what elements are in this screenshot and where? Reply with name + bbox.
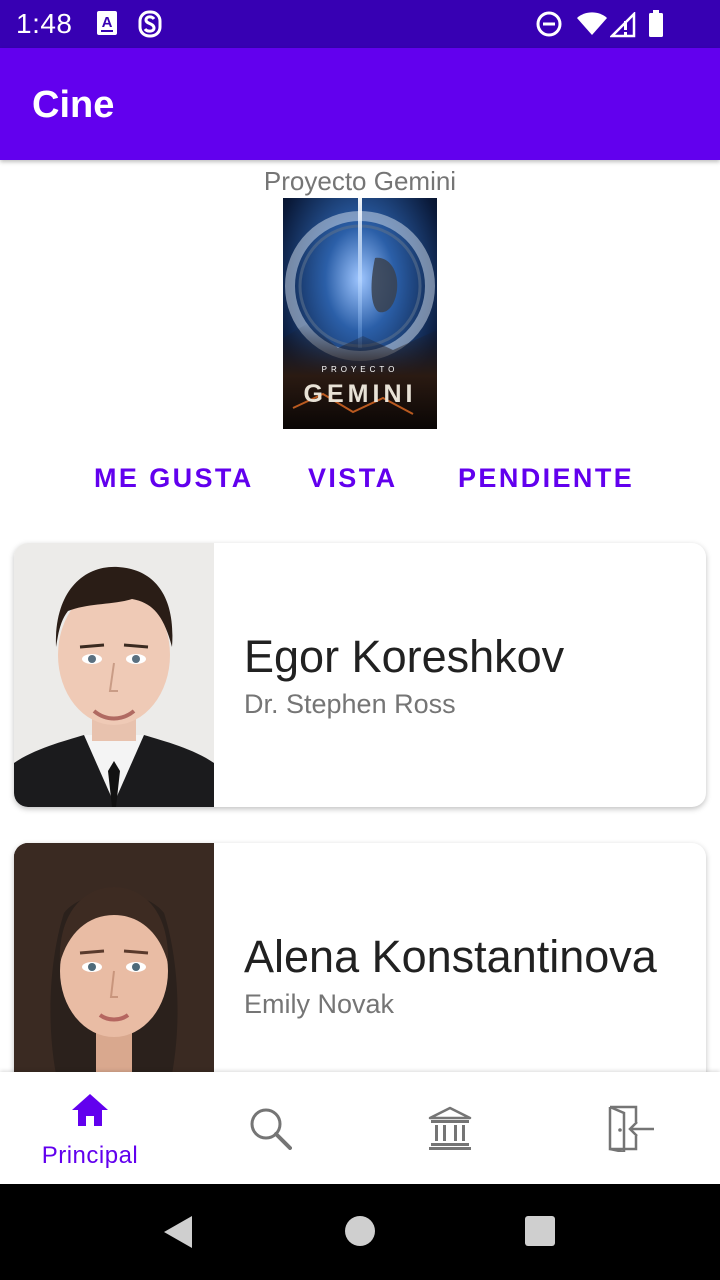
status-bar: 1:48 A (0, 0, 720, 48)
home-icon (68, 1088, 112, 1132)
svg-text:A: A (102, 14, 113, 31)
do-not-disturb-icon (536, 11, 562, 42)
nav-item-logout[interactable] (540, 1072, 720, 1184)
actor-photo (14, 843, 214, 1072)
character-name: Emily Novak (244, 989, 395, 1019)
institution-icon (428, 1106, 472, 1150)
actor-name: Alena Konstantinova (244, 931, 657, 982)
watched-button[interactable]: VISTA (308, 456, 398, 500)
app-title: Cine (32, 84, 115, 126)
back-icon[interactable] (162, 1215, 194, 1254)
pending-button[interactable]: PENDIENTE (458, 456, 634, 500)
signal-icon (608, 10, 636, 43)
poster-text-main: GEMINI (304, 380, 417, 408)
s-notification-icon (138, 10, 162, 43)
wifi-icon (576, 12, 608, 41)
app-bar: Cine (0, 48, 720, 160)
cast-card[interactable]: Alena Konstantinova Emily Novak (14, 843, 706, 1072)
battery-icon (648, 10, 664, 43)
movie-title: Proyecto Gemini (263, 166, 457, 196)
nav-item-search[interactable] (180, 1072, 360, 1184)
bottom-navigation: Principal (0, 1072, 720, 1184)
nav-label-principal: Principal (41, 1142, 139, 1169)
keyboard-a-icon: A (96, 10, 118, 41)
movie-poster[interactable]: PROYECTO GEMINI (283, 198, 437, 429)
system-navigation-bar (0, 1184, 720, 1280)
recents-square-icon[interactable] (525, 1216, 555, 1251)
actor-photo (14, 543, 214, 807)
home-circle-icon[interactable] (344, 1215, 376, 1252)
status-time: 1:48 (16, 8, 73, 39)
like-button[interactable]: ME GUSTA (94, 456, 254, 500)
screen: 1:48 A Cine Proyecto Gemini PROYECTO GEM… (0, 0, 720, 1280)
nav-item-institution[interactable] (360, 1072, 540, 1184)
logout-icon (608, 1104, 654, 1154)
character-name: Dr. Stephen Ross (244, 689, 456, 719)
nav-item-principal[interactable]: Principal (0, 1072, 180, 1184)
content-scroll[interactable]: Proyecto Gemini PROYECTO GEMINI ME GUSTA… (0, 160, 720, 1072)
movie-actions: ME GUSTA VISTA PENDIENTE (0, 456, 720, 500)
poster-text-top: PROYECTO (322, 365, 399, 374)
search-icon (248, 1106, 292, 1150)
cast-card[interactable]: Egor Koreshkov Dr. Stephen Ross (14, 543, 706, 807)
actor-name: Egor Koreshkov (244, 631, 565, 682)
